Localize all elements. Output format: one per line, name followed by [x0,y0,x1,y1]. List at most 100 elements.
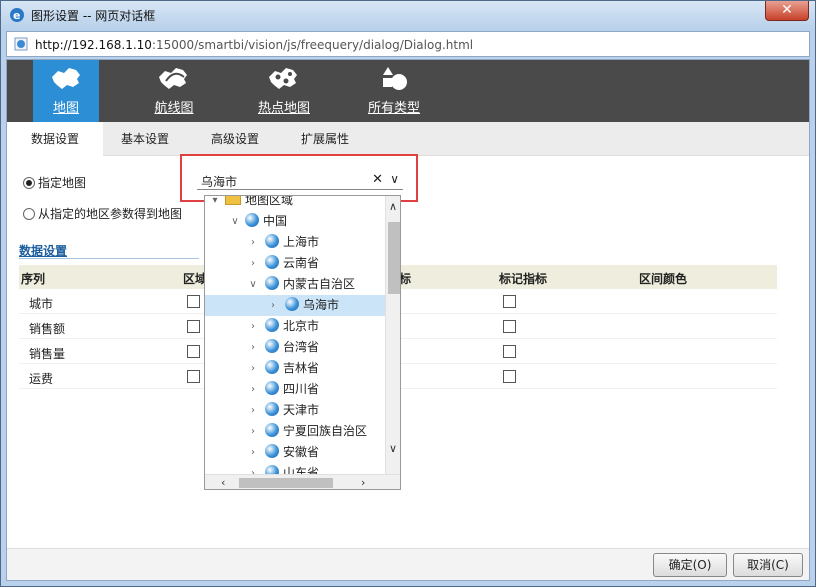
chevron-right-icon[interactable]: › [247,379,259,400]
tree-item-inner-mongolia[interactable]: ∨ 内蒙古自治区 [205,274,385,295]
chevron-right-icon[interactable]: › [247,421,259,442]
svg-text:e: e [13,9,20,22]
region-checkbox[interactable] [187,345,200,358]
section-title: 数据设置 [19,244,68,258]
marker-checkbox[interactable] [503,320,516,333]
globe-icon [265,318,279,332]
column-header: 序列 [21,272,46,286]
map-tree-dropdown[interactable]: ▾ 地图区域 ∨ 中国 › 上海市 › 云南省 ∨ 内蒙古自治区 › 乌海市 › 北京市 › 台… [204,195,401,490]
dialog-window: e 图形设置 -- 网页对话框 ✕ http://192.168.1.10:15… [0,0,816,587]
tree-item[interactable]: › 吉林省 [205,358,385,379]
chevron-down-icon[interactable]: ∨ [247,274,259,295]
address-path: :15000/smartbi/vision/js/freequery/dialo… [151,38,474,52]
region-checkbox[interactable] [187,370,200,383]
chart-type-label: 热点地图 [257,101,310,116]
tab-data-settings[interactable]: 数据设置 [7,122,103,156]
chevron-right-icon[interactable]: › [247,400,259,421]
radio-button[interactable] [23,208,35,220]
tree-label: 北京市 [283,319,320,333]
globe-icon [265,423,279,437]
radio-specified-map[interactable]: 指定地图 [23,174,86,191]
tree-label: 云南省 [283,256,320,270]
chevron-right-icon[interactable]: › [247,253,259,274]
marker-checkbox[interactable] [503,345,516,358]
tree-label: 安徽省 [283,445,320,459]
settings-tabs: 数据设置 基本设置 高级设置 扩展属性 [7,122,809,156]
chart-type-label: 所有类型 [367,101,420,116]
scroll-right-icon[interactable]: › [361,476,365,489]
scroll-down-icon[interactable]: ∨ [389,442,397,455]
expand-icon[interactable]: ▾ [209,196,221,211]
globe-icon [265,339,279,353]
chart-type-bar: 地图 航线图 热点地图 所有类型 [7,60,809,122]
horizontal-scrollbar[interactable]: ‹ › [205,474,400,489]
ie-icon: e [10,8,24,22]
marker-checkbox[interactable] [503,370,516,383]
globe-icon [265,276,279,290]
radio-label: 指定地图 [38,176,87,190]
folder-icon [225,196,241,205]
radio-label: 从指定的地区参数得到地图 [38,207,183,221]
tree-item[interactable]: › 天津市 [205,400,385,421]
tree-label: 台湾省 [283,340,320,354]
chart-type-label: 地图 [52,101,79,116]
tree-item[interactable]: › 台湾省 [205,337,385,358]
tree-label: 地图区域 [245,195,294,207]
chart-type-hotspot[interactable]: 热点地图 [229,60,339,122]
chart-type-map[interactable]: 地图 [33,60,99,122]
row-label: 销售额 [29,322,66,336]
chevron-right-icon[interactable]: › [247,337,259,358]
tree-item[interactable]: › 北京市 [205,316,385,337]
vertical-scroll-thumb[interactable] [388,222,400,294]
route-map-icon [159,68,187,89]
chevron-right-icon[interactable]: › [247,358,259,379]
tree-item[interactable]: › 云南省 [205,253,385,274]
region-checkbox[interactable] [187,295,200,308]
window-title: 图形设置 -- 网页对话框 [31,9,156,23]
tree-label: 宁夏回族自治区 [283,424,368,438]
tree-item[interactable]: › 上海市 [205,232,385,253]
tab-basic-settings[interactable]: 基本设置 [103,122,187,156]
tree-item[interactable]: › 安徽省 [205,442,385,463]
radio-map-from-param[interactable]: 从指定的地区参数得到地图 [23,205,182,222]
address-bar: http://192.168.1.10:15000/smartbi/vision… [6,31,810,57]
tree-item[interactable]: › 四川省 [205,379,385,400]
scroll-up-icon[interactable]: ∧ [389,200,397,213]
address-url: http://192.168.1.10:15000/smartbi/vision… [35,38,473,52]
globe-icon [265,381,279,395]
chevron-right-icon[interactable]: › [247,442,259,463]
marker-checkbox[interactable] [503,295,516,308]
column-header: 区间颜色 [639,272,688,286]
chevron-right-icon[interactable]: › [267,295,279,316]
tree-item-china[interactable]: ∨ 中国 [205,211,385,232]
tree-label: 吉林省 [283,361,320,375]
globe-icon [285,297,299,311]
title-bar: e 图形设置 -- 网页对话框 ✕ [1,1,815,29]
tab-advanced-settings[interactable]: 高级设置 [193,122,277,156]
radio-button-selected[interactable] [23,177,35,189]
ok-button[interactable]: 确定(O) [653,553,727,577]
row-label: 销售量 [29,347,66,361]
all-types-icon [383,67,407,90]
chevron-right-icon[interactable]: › [247,232,259,253]
globe-icon [265,255,279,269]
china-map-icon [52,68,80,89]
close-button[interactable]: ✕ [765,1,809,21]
section-divider [19,258,199,259]
row-label: 运费 [29,372,54,386]
chevron-right-icon[interactable]: › [247,316,259,337]
horizontal-scroll-thumb[interactable] [239,478,333,488]
cancel-button[interactable]: 取消(C) [733,553,803,577]
row-label: 城市 [29,297,54,311]
tree-item[interactable]: › 宁夏回族自治区 [205,421,385,442]
chevron-down-icon[interactable]: ∨ [229,211,241,232]
chart-type-all[interactable]: 所有类型 [339,60,449,122]
tree-item-selected[interactable]: › 乌海市 [205,295,385,316]
chart-type-route[interactable]: 航线图 [119,60,229,122]
region-checkbox[interactable] [187,320,200,333]
globe-icon [245,213,259,227]
tab-extended-properties[interactable]: 扩展属性 [283,122,367,156]
vertical-scrollbar[interactable]: ∧ ∨ [385,196,400,474]
scroll-left-icon[interactable]: ‹ [221,476,225,489]
address-host: http://192.168.1.10 [35,38,152,52]
